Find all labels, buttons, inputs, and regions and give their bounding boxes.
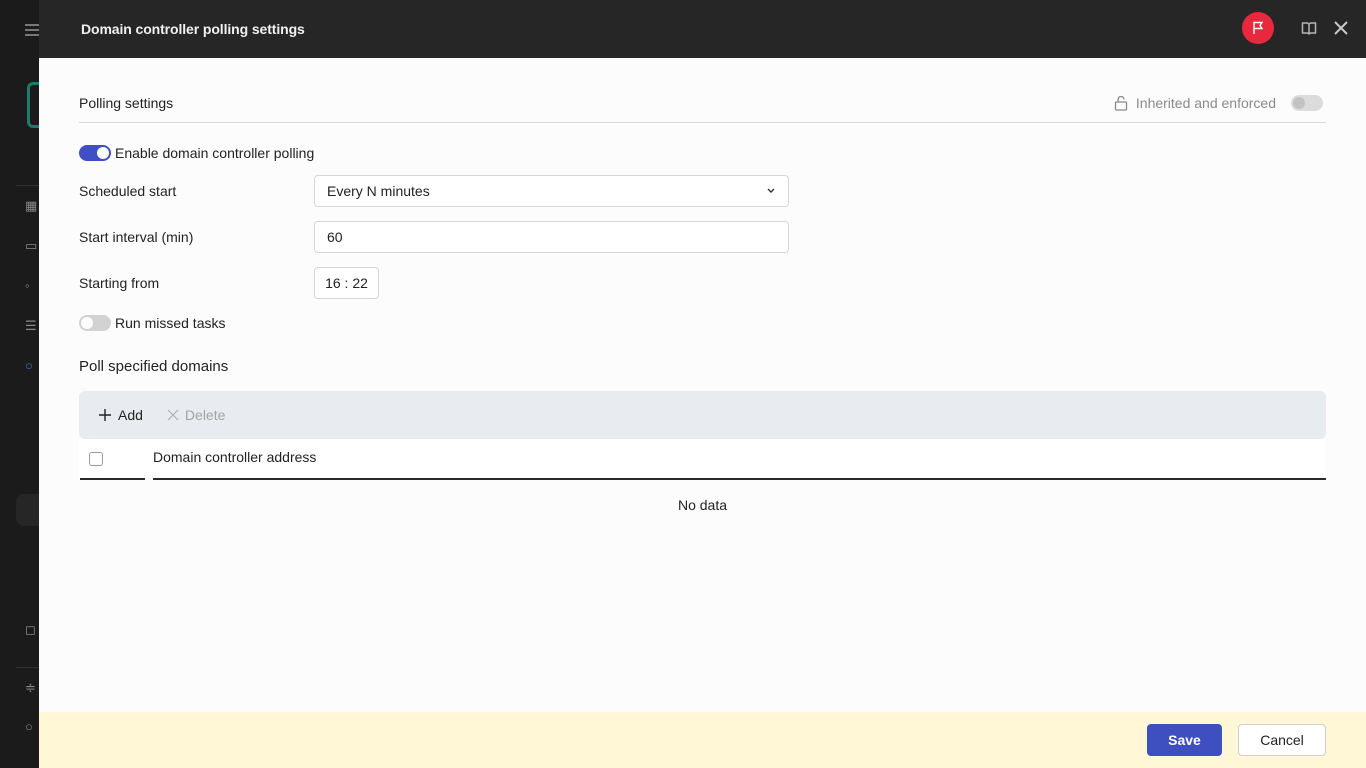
hamburger-menu-icon[interactable]: [25, 24, 39, 38]
table-toolbar: Add Delete: [79, 391, 1326, 439]
table-header: Domain controller address: [79, 439, 1326, 480]
users-icon[interactable]: ◦: [25, 279, 39, 293]
plus-icon: [98, 408, 112, 422]
add-button[interactable]: Add: [98, 407, 143, 423]
dashboard-icon[interactable]: ▦: [25, 199, 39, 213]
sidebar-divider: [16, 667, 39, 668]
sidebar-selected-item[interactable]: [16, 494, 39, 526]
cancel-button[interactable]: Cancel: [1238, 724, 1326, 756]
scheduled-start-label: Scheduled start: [79, 183, 177, 199]
section-title: Polling settings: [79, 95, 174, 111]
enable-polling-label: Enable domain controller polling: [115, 145, 315, 161]
help-button[interactable]: [1298, 17, 1320, 39]
enable-polling-row: Enable domain controller polling: [79, 145, 1326, 161]
start-interval-row: Start interval (min) 60: [79, 221, 1326, 253]
run-missed-toggle[interactable]: [79, 315, 111, 331]
scheduled-start-row: Scheduled start Every N minutes: [79, 175, 1326, 207]
monitor-icon[interactable]: ▭: [25, 239, 39, 253]
servers-icon[interactable]: ☰: [25, 319, 39, 333]
sidebar-divider: [16, 185, 39, 186]
dialog-header: Domain controller polling settings: [39, 0, 1366, 58]
starting-from-row: Starting from 16 : 22: [79, 267, 1326, 299]
dialog-content: Polling settings Inherited and enforced …: [39, 58, 1366, 712]
start-interval-value: 60: [327, 229, 343, 245]
starting-from-label: Starting from: [79, 275, 160, 291]
flag-button[interactable]: [1242, 12, 1274, 44]
start-interval-label: Start interval (min): [79, 229, 194, 245]
run-missed-row: Run missed tasks: [79, 315, 1326, 331]
select-all-checkbox[interactable]: [89, 451, 103, 466]
shopping-bag-icon[interactable]: ◻: [25, 623, 39, 637]
book-icon: [1301, 22, 1317, 35]
column-header-domain-address[interactable]: Domain controller address: [153, 439, 1326, 480]
close-icon: [167, 409, 179, 421]
inherited-toggle[interactable]: [1291, 95, 1323, 111]
close-icon: [1334, 21, 1348, 35]
starting-from-value: 16 : 22: [325, 275, 368, 291]
polling-settings-header: Polling settings Inherited and enforced: [79, 58, 1326, 123]
scheduled-start-select[interactable]: Every N minutes: [314, 175, 789, 207]
delete-label: Delete: [184, 407, 226, 423]
dialog-title: Domain controller polling settings: [81, 21, 305, 37]
app-sidebar: ▦ ▭ ◦ ☰ ○ ◻ ≑ ○: [0, 0, 57, 768]
scheduled-start-value: Every N minutes: [327, 183, 430, 199]
unlock-icon: [1114, 95, 1128, 111]
run-missed-label: Run missed tasks: [115, 315, 226, 331]
user-icon[interactable]: ○: [25, 720, 39, 734]
poll-domains-title: Poll specified domains: [79, 358, 229, 375]
empty-state: No data: [677, 497, 728, 513]
inherited-enforced: Inherited and enforced: [1114, 95, 1326, 111]
save-button[interactable]: Save: [1147, 724, 1222, 756]
start-interval-input[interactable]: 60: [314, 221, 789, 253]
add-label: Add: [118, 407, 143, 423]
chevron-down-icon: [767, 188, 775, 193]
settings-sliders-icon[interactable]: ≑: [25, 681, 39, 695]
search-icon[interactable]: ○: [25, 359, 39, 373]
enable-polling-toggle[interactable]: [79, 145, 111, 161]
inherited-label: Inherited and enforced: [1135, 95, 1276, 111]
flag-icon: [1253, 21, 1264, 34]
delete-button[interactable]: Delete: [167, 407, 225, 423]
settings-dialog: Domain controller polling settings Polli…: [39, 0, 1366, 768]
dialog-footer: Save Cancel: [39, 712, 1366, 768]
close-button[interactable]: [1330, 17, 1352, 39]
starting-from-time-input[interactable]: 16 : 22: [314, 267, 379, 299]
